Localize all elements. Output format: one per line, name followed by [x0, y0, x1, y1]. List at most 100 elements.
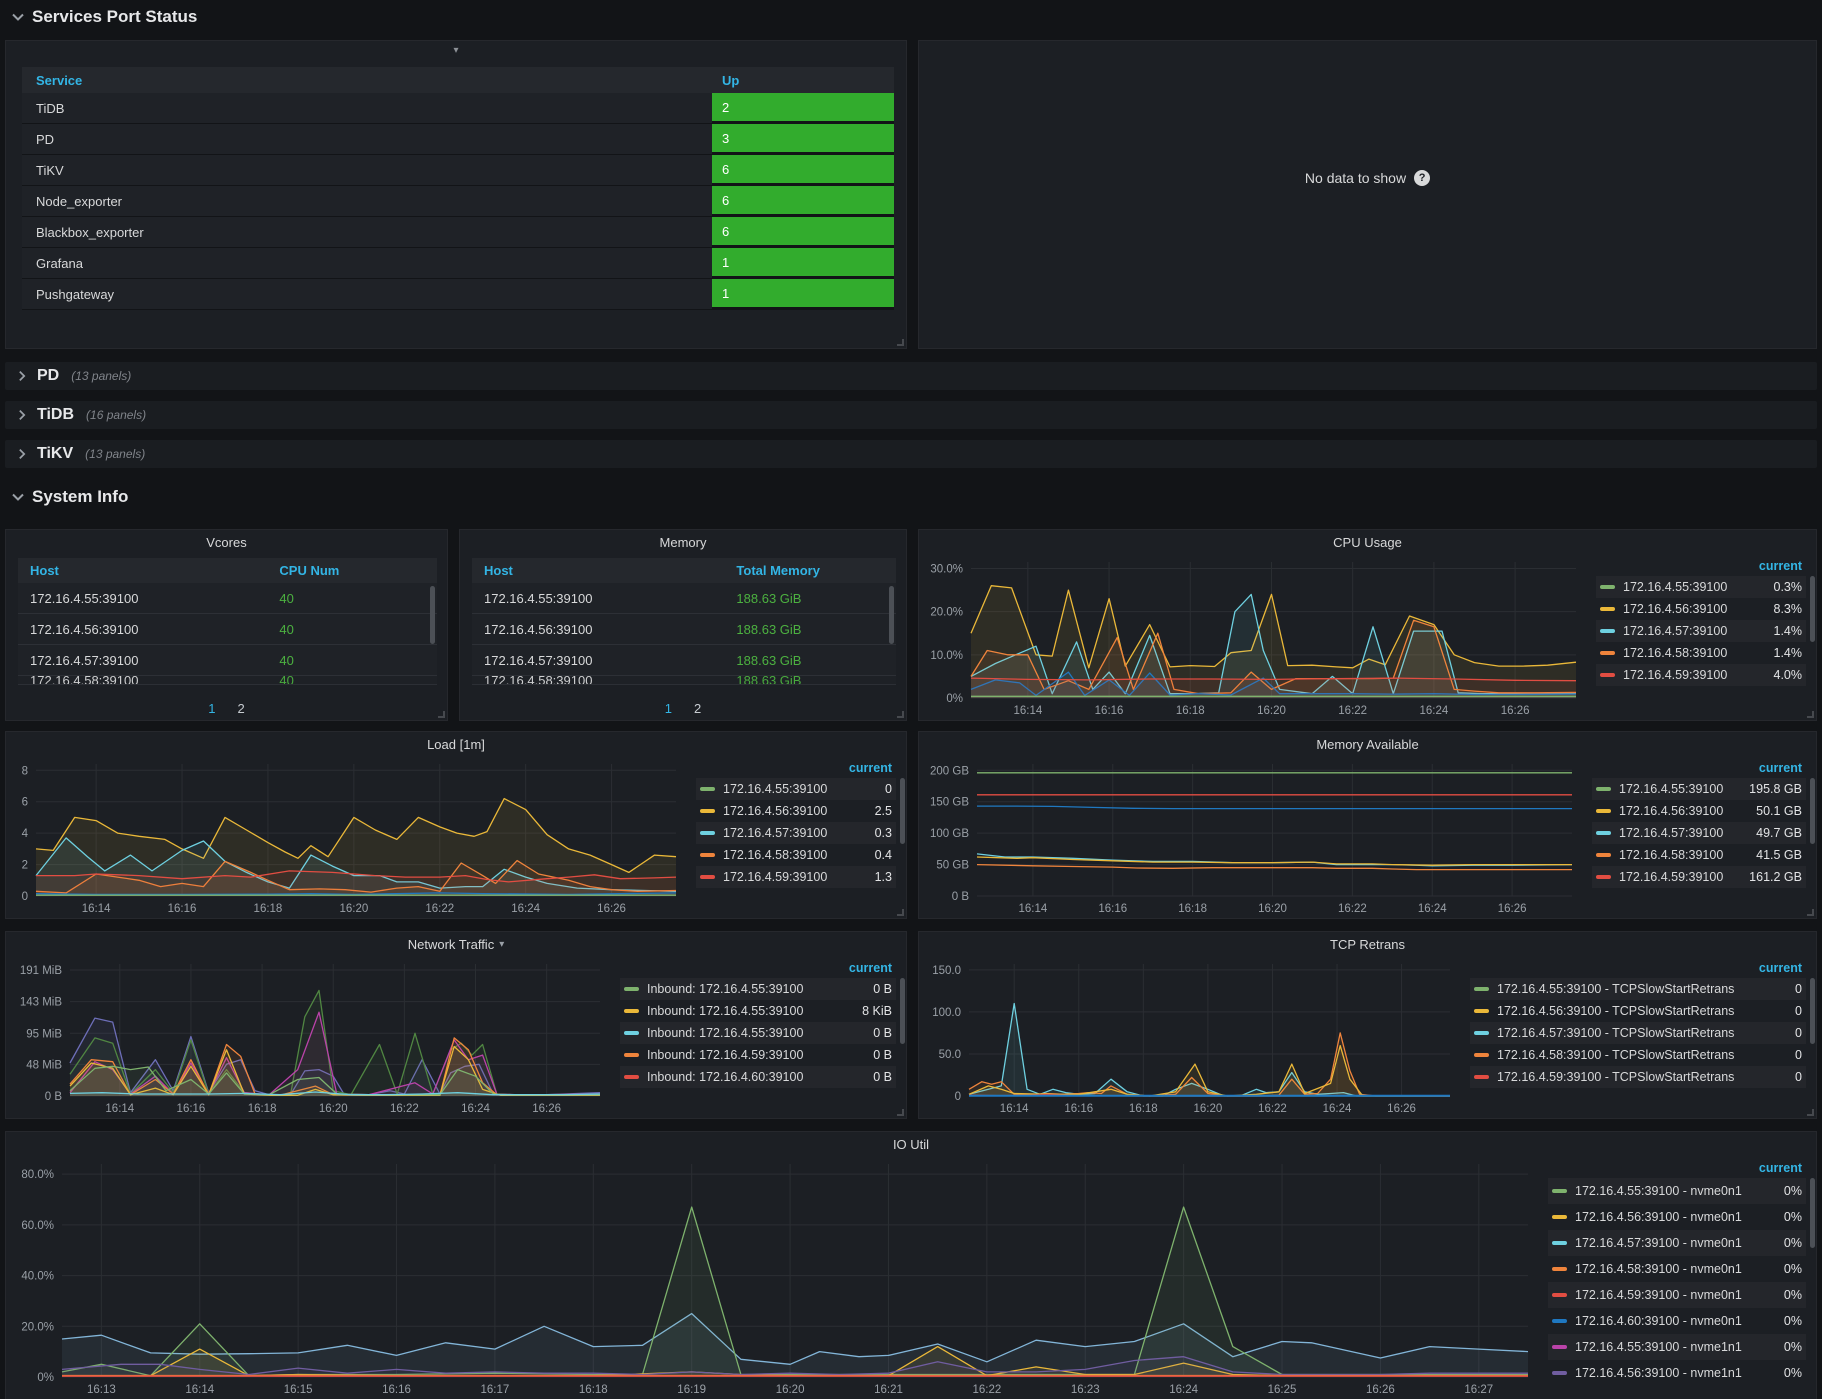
legend-item[interactable]: 172.16.4.58:391000.4 [696, 844, 896, 866]
legend-item[interactable]: 172.16.4.59:39100 - nvme0n10% [1548, 1282, 1806, 1308]
legend-item[interactable]: 172.16.4.55:391000.3% [1596, 576, 1806, 598]
help-question-icon[interactable]: ? [1414, 170, 1430, 186]
legend-item[interactable]: 172.16.4.59:39100161.2 GB [1592, 866, 1806, 888]
legend-series-value: 8 KiB [838, 1004, 892, 1018]
legend-current-header[interactable]: current [696, 758, 896, 778]
row-header-system-info[interactable]: System Info [0, 482, 1822, 512]
legend-current-header[interactable]: current [1596, 556, 1806, 576]
legend-item[interactable]: 172.16.4.56:39100 - TCPSlowStartRetrans0 [1470, 1000, 1806, 1022]
legend-scrollbar[interactable] [900, 978, 905, 1044]
legend-series-swatch [1474, 1009, 1489, 1013]
legend-scrollbar[interactable] [900, 778, 905, 844]
legend-current-header[interactable]: current [1470, 958, 1806, 978]
load-1m-chart[interactable]: 0246816:1416:1616:1816:2016:2216:2416:26 [6, 756, 692, 918]
panel-title-memory-available[interactable]: Memory Available [919, 732, 1816, 756]
legend-series-name: 172.16.4.57:39100 - TCPSlowStartRetrans [1497, 1026, 1748, 1040]
row-header-pd[interactable]: PD (13 panels) [5, 362, 1817, 390]
panel-resize-handle[interactable] [897, 339, 904, 346]
legend-item[interactable]: Inbound: 172.16.4.55:391000 B [620, 978, 896, 1000]
panel-resize-handle[interactable] [897, 1109, 904, 1116]
panel-menu-caret-icon[interactable]: ▾ [6, 45, 906, 61]
panel-title-cpu-usage[interactable]: CPU Usage [919, 530, 1816, 554]
legend-item[interactable]: 172.16.4.55:39100195.8 GB [1592, 778, 1806, 800]
legend-item[interactable]: 172.16.4.56:39100 - nvme0n10% [1548, 1204, 1806, 1230]
legend-item[interactable]: 172.16.4.58:39100 - TCPSlowStartRetrans0 [1470, 1044, 1806, 1066]
legend-item[interactable]: 172.16.4.57:3910049.7 GB [1592, 822, 1806, 844]
legend-item[interactable]: 172.16.4.56:391002.5 [696, 800, 896, 822]
legend-item[interactable]: Inbound: 172.16.4.55:391000 B [620, 1022, 896, 1044]
legend-current-header[interactable]: current [620, 958, 896, 978]
panel-resize-handle[interactable] [1807, 711, 1814, 718]
tcp-retrans-chart[interactable]: 050.0100.0150.016:1416:1616:1816:2016:22… [919, 956, 1466, 1118]
tcp-retrans-panel: TCP Retrans 050.0100.0150.016:1416:1616:… [918, 931, 1817, 1119]
host-value: 188.63 GiB [726, 653, 896, 668]
legend-item[interactable]: 172.16.4.58:39100 - nvme0n10% [1548, 1256, 1806, 1282]
legend-item[interactable]: 172.16.4.56:39100 - nvme1n10% [1548, 1360, 1806, 1386]
panel-title-io-util[interactable]: IO Util [6, 1132, 1816, 1156]
column-header-service[interactable]: Service [22, 73, 712, 88]
legend-item[interactable]: 172.16.4.56:3910050.1 GB [1592, 800, 1806, 822]
page-button-2[interactable]: 2 [694, 701, 701, 716]
legend-item[interactable]: 172.16.4.59:39100 - TCPSlowStartRetrans0 [1470, 1066, 1806, 1088]
svg-text:16:20: 16:20 [1193, 1103, 1222, 1115]
panel-title-load-1m[interactable]: Load [1m] [6, 732, 906, 756]
column-header-value[interactable]: CPU Num [269, 563, 437, 578]
legend-item[interactable]: 172.16.4.57:39100 - nvme0n10% [1548, 1230, 1806, 1256]
legend-item[interactable]: 172.16.4.60:39100 - nvme0n10% [1548, 1308, 1806, 1334]
legend-scrollbar[interactable] [1810, 576, 1815, 642]
page-button-1[interactable]: 1 [665, 701, 672, 716]
network-traffic-chart[interactable]: 0 B48 MiB95 MiB143 MiB191 MiB16:1416:161… [6, 956, 616, 1118]
legend-scrollbar[interactable] [1810, 778, 1815, 844]
legend-series-swatch [1596, 809, 1611, 813]
panel-title-caret-icon[interactable]: ▾ [499, 939, 504, 950]
panel-title-text: CPU Usage [1333, 535, 1402, 550]
page-button-1[interactable]: 1 [208, 701, 215, 716]
legend-item[interactable]: Inbound: 172.16.4.55:391008 KiB [620, 1000, 896, 1022]
legend-item[interactable]: 172.16.4.57:39100 - TCPSlowStartRetrans0 [1470, 1022, 1806, 1044]
svg-text:0: 0 [22, 891, 28, 903]
legend-item[interactable]: 172.16.4.55:39100 - TCPSlowStartRetrans0 [1470, 978, 1806, 1000]
panel-resize-handle[interactable] [438, 711, 445, 718]
legend-item[interactable]: Inbound: 172.16.4.60:391000 B [620, 1066, 896, 1088]
legend-scrollbar[interactable] [1810, 1178, 1815, 1248]
legend-item[interactable]: 172.16.4.58:3910041.5 GB [1592, 844, 1806, 866]
legend-item[interactable]: 172.16.4.55:39100 - nvme1n10% [1548, 1334, 1806, 1360]
table-scrollbar[interactable] [430, 586, 435, 644]
cpu-usage-chart[interactable]: 0%10.0%20.0%30.0%16:1416:1616:1816:2016:… [919, 554, 1592, 720]
column-header-value[interactable]: Total Memory [726, 563, 896, 578]
legend-item[interactable]: 172.16.4.55:391000 [696, 778, 896, 800]
panel-resize-handle[interactable] [897, 909, 904, 916]
io-util-chart[interactable]: 0%20.0%40.0%60.0%80.0%16:1316:1416:1516:… [6, 1156, 1544, 1399]
legend-item[interactable]: 172.16.4.57:391001.4% [1596, 620, 1806, 642]
legend-current-header[interactable]: current [1548, 1158, 1806, 1178]
panel-resize-handle[interactable] [1807, 909, 1814, 916]
legend-series-value: 0% [1748, 1210, 1802, 1224]
svg-text:191 MiB: 191 MiB [20, 965, 63, 977]
legend-item[interactable]: 172.16.4.56:391008.3% [1596, 598, 1806, 620]
panel-title-memory[interactable]: Memory [460, 530, 906, 554]
legend-item[interactable]: 172.16.4.55:39100 - nvme0n10% [1548, 1178, 1806, 1204]
legend-item[interactable]: Inbound: 172.16.4.59:391000 B [620, 1044, 896, 1066]
panel-title-vcores[interactable]: Vcores [6, 530, 447, 554]
legend-item[interactable]: 172.16.4.59:391004.0% [1596, 664, 1806, 686]
panel-title-tcp-retrans[interactable]: TCP Retrans [919, 932, 1816, 956]
row-header-tidb[interactable]: TiDB (16 panels) [5, 401, 1817, 429]
row-header-tikv[interactable]: TiKV (13 panels) [5, 440, 1817, 468]
legend-item[interactable]: 172.16.4.57:391000.3 [696, 822, 896, 844]
legend-item[interactable]: 172.16.4.58:391001.4% [1596, 642, 1806, 664]
column-header-host[interactable]: Host [18, 563, 269, 578]
legend-item[interactable]: 172.16.4.59:391001.3 [696, 866, 896, 888]
page-button-2[interactable]: 2 [238, 701, 245, 716]
panel-title-network-traffic[interactable]: Network Traffic ▾ [6, 932, 906, 956]
memory-available-chart[interactable]: 0 B50 GB100 GB150 GB200 GB16:1416:1616:1… [919, 756, 1588, 918]
column-header-host[interactable]: Host [472, 563, 726, 578]
svg-text:16:14: 16:14 [1019, 903, 1048, 915]
legend-scrollbar[interactable] [1810, 978, 1815, 1044]
column-header-up[interactable]: Up [712, 73, 894, 88]
panel-resize-handle[interactable] [1807, 1109, 1814, 1116]
row-header-services-port-status[interactable]: Services Port Status [0, 2, 1822, 32]
panel-resize-handle[interactable] [897, 711, 904, 718]
legend-current-header[interactable]: current [1592, 758, 1806, 778]
grafana-dashboard: Services Port Status ▾ ServiceUpTiDB2PD3… [0, 0, 1822, 1399]
table-scrollbar[interactable] [889, 586, 894, 644]
